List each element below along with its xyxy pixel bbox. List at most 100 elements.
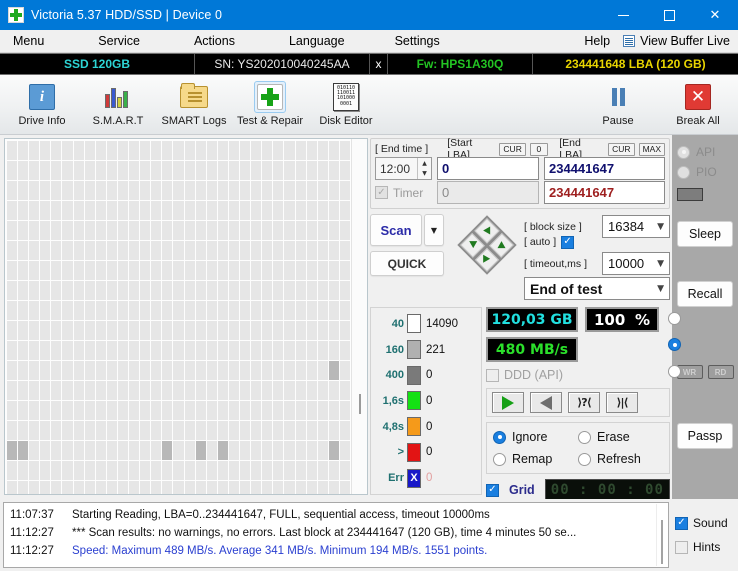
defect-radio-ignore[interactable]: Ignore: [493, 426, 578, 448]
block-map-scroll-thumb[interactable]: [359, 394, 361, 414]
block-map-cell: [328, 401, 339, 420]
end-lba-secondary-value: 234441647: [549, 185, 615, 200]
block-map-cell: [306, 461, 317, 480]
auto-block-size[interactable]: [ auto ] ✓: [524, 235, 602, 249]
menu-item-actions[interactable]: Actions: [185, 31, 244, 51]
maximize-button[interactable]: [646, 0, 692, 30]
quick-scan-button[interactable]: QUICK: [370, 251, 444, 276]
auto-checkbox[interactable]: ✓: [561, 235, 575, 249]
block-map-cell: [217, 301, 228, 320]
block-map-cell: [162, 221, 173, 240]
block-map-cell: [106, 161, 117, 180]
interface-radio-pio[interactable]: PIO: [677, 162, 733, 182]
toolbar-button-drive-info[interactable]: i Drive Info: [6, 79, 78, 135]
minimize-button[interactable]: [600, 0, 646, 30]
ddd-api-checkbox[interactable]: [486, 368, 499, 382]
toolbar-button-break-all[interactable]: ✕ Break All: [662, 79, 734, 135]
log-scroll-thumb[interactable]: [661, 520, 663, 564]
close-button[interactable]: ✕: [692, 0, 738, 30]
toolbar-button-smart-logs[interactable]: SMART Logs: [158, 79, 230, 135]
block-map-cell: [7, 321, 18, 340]
control-panel: [ End time ] [Start LBA] CUR 0 [End LBA]…: [368, 135, 718, 501]
block-map[interactable]: [4, 138, 368, 495]
toolbar-button-disk-editor[interactable]: 010110 110011 101000 0001 Disk Editor: [310, 79, 382, 135]
log-scrollbar[interactable]: [656, 504, 667, 566]
block-map-cell: [339, 381, 350, 400]
menu-item-service[interactable]: Service: [89, 31, 149, 51]
radio-dot-write: [668, 364, 681, 378]
toolbar-button-test-repair[interactable]: Test & Repair: [234, 79, 306, 135]
up-arrow-icon: [497, 241, 506, 249]
grid-checkbox[interactable]: ✓: [486, 483, 499, 497]
end-lba-max-tag[interactable]: MAX: [638, 142, 665, 156]
start-lba-cur-tag[interactable]: CUR: [499, 142, 526, 156]
recall-button[interactable]: Recall: [677, 281, 733, 307]
block-map-cell: [284, 401, 295, 420]
block-map-cell: [284, 261, 295, 280]
block-map-cell: [84, 381, 95, 400]
end-lba-secondary-input[interactable]: 234441647: [544, 181, 665, 204]
block-map-scrollbar[interactable]: [351, 139, 367, 494]
interface-radio-api[interactable]: API: [677, 142, 733, 162]
view-buffer-live-button[interactable]: View Buffer Live: [619, 32, 738, 50]
sound-checkbox[interactable]: ✓: [675, 516, 688, 530]
scan-dropdown-button[interactable]: ▼: [424, 214, 444, 246]
rd-button[interactable]: RD: [707, 365, 734, 379]
defect-radio-refresh[interactable]: Refresh: [578, 448, 663, 470]
block-map-cell: [195, 281, 206, 300]
defect-label-ignore: Ignore: [512, 430, 548, 444]
play-forward-button[interactable]: [492, 392, 524, 413]
block-map-cell: [162, 281, 173, 300]
block-map-cell: [40, 161, 51, 180]
block-map-cell: [73, 201, 84, 220]
stat-threshold-label: 4,8s: [382, 420, 404, 433]
block-map-cell: [228, 321, 240, 340]
spinner-up-icon[interactable]: ▲: [418, 158, 431, 169]
menu-item-language[interactable]: Language: [280, 31, 354, 51]
end-lba-input[interactable]: 234441647: [544, 157, 665, 180]
log-list[interactable]: 11:07:37 Starting Reading, LBA=0..234441…: [3, 502, 669, 568]
close-serial-button[interactable]: x: [370, 54, 388, 74]
butterfly-seek-button[interactable]: ⟩|⟨: [606, 392, 638, 413]
toolbar-button-smart[interactable]: S.M.A.R.T: [82, 79, 154, 135]
block-map-cell: [317, 241, 328, 260]
block-map-cell: [173, 461, 184, 480]
menu-item-menu[interactable]: Menu: [4, 31, 53, 51]
scan-button[interactable]: Scan: [370, 214, 422, 246]
block-map-grid[interactable]: [5, 139, 351, 494]
start-lba-input[interactable]: 0: [437, 157, 539, 180]
start-lba-cur-value[interactable]: 0: [529, 142, 548, 156]
block-map-cell: [273, 341, 284, 360]
block-size-select[interactable]: 16384 ▼: [602, 215, 670, 238]
timeout-select[interactable]: 10000 ▼: [602, 252, 670, 275]
end-time-spinner[interactable]: 12:00 ▲ ▼: [375, 157, 432, 180]
passport-button[interactable]: Passp: [677, 423, 733, 449]
hints-checkbox[interactable]: [675, 540, 688, 554]
defect-radio-remap[interactable]: Remap: [493, 448, 578, 470]
ddd-api-checkbox-row[interactable]: DDD (API): [486, 368, 659, 382]
block-map-cell: [251, 421, 262, 440]
defect-radio-erase[interactable]: Erase: [578, 426, 663, 448]
sound-checkbox-row[interactable]: ✓ Sound: [675, 516, 735, 530]
menu-item-settings[interactable]: Settings: [386, 31, 449, 51]
start-lba-secondary-input[interactable]: 0: [437, 181, 539, 204]
direction-pad[interactable]: [454, 214, 520, 276]
end-lba-cur-tag[interactable]: CUR: [608, 142, 635, 156]
hints-checkbox-row[interactable]: Hints: [675, 540, 735, 554]
block-map-cell: [62, 141, 73, 160]
play-backward-button[interactable]: [530, 392, 562, 413]
spinner-down-icon[interactable]: ▼: [418, 169, 431, 180]
timer-checkbox[interactable]: ✓: [375, 186, 388, 199]
menu-bar: Menu Service Actions Language Settings H…: [0, 30, 738, 53]
block-map-cell: [140, 481, 151, 494]
timer-checkbox-row[interactable]: ✓ Timer: [375, 181, 432, 204]
toolbar-button-pause[interactable]: Pause: [582, 79, 654, 135]
block-map-cell: [162, 261, 173, 280]
sleep-button[interactable]: Sleep: [677, 221, 733, 247]
end-time-spinner-arrows[interactable]: ▲ ▼: [417, 158, 431, 179]
end-of-test-select[interactable]: End of test ▼: [524, 277, 670, 300]
block-map-cell: [84, 421, 95, 440]
random-seek-button[interactable]: ⟩?⟨: [568, 392, 600, 413]
block-map-cell: [173, 381, 184, 400]
menu-item-help[interactable]: Help: [575, 31, 619, 51]
